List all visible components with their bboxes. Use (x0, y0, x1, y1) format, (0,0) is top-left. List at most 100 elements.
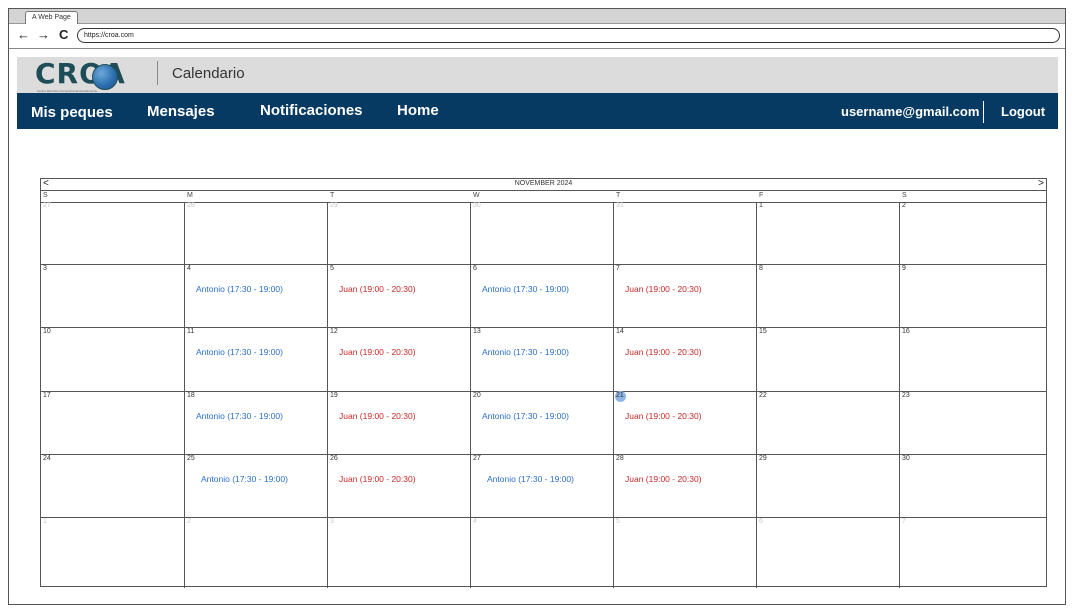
calendar-day-cell[interactable]: 7 (614, 265, 757, 328)
calendar-day-cell[interactable]: 31 (614, 202, 757, 265)
back-icon[interactable]: ← (17, 28, 30, 42)
calendar-day-cell[interactable]: 7 (900, 518, 1046, 588)
calendar-event[interactable]: Juan (19:00 - 20:30) (339, 411, 416, 421)
calendar-day-cell[interactable]: 14 (614, 328, 757, 392)
day-number: 12 (330, 328, 338, 335)
day-number: 4 (473, 518, 477, 525)
day-number: 8 (759, 265, 763, 272)
weekday-label: M (187, 192, 193, 199)
forward-icon[interactable]: → (37, 28, 50, 42)
calendar-day-cell[interactable]: 26 (328, 455, 471, 518)
nav-item-mis-peques[interactable]: Mis peques (31, 104, 113, 121)
calendar-day-cell[interactable]: 2 (185, 518, 328, 588)
day-number: 29 (330, 202, 338, 209)
next-month-button[interactable]: > (1038, 178, 1044, 190)
calendar-day-cell[interactable]: 3 (328, 518, 471, 588)
day-number: 14 (616, 328, 624, 335)
nav-item-mensajes[interactable]: Mensajes (147, 103, 215, 120)
calendar-event[interactable]: Juan (19:00 - 20:30) (625, 411, 702, 421)
calendar-day-cell[interactable]: 13 (471, 328, 614, 392)
weekday-label: S (43, 192, 48, 199)
calendar-day-cell[interactable]: 17 (41, 392, 185, 455)
calendar-event[interactable]: Antonio (17:30 - 19:00) (482, 284, 569, 294)
nav-item-home[interactable]: Home (397, 102, 439, 119)
calendar-day-cell[interactable]: 22 (757, 392, 900, 455)
day-number: 2 (187, 518, 191, 525)
calendar-day-cell[interactable]: 5 (328, 265, 471, 328)
calendar-event[interactable]: Antonio (17:30 - 19:00) (487, 474, 574, 484)
calendar-day-cell[interactable]: 28 (614, 455, 757, 518)
browser-tab[interactable]: A Web Page (25, 11, 78, 24)
url-input[interactable]: https://croa.com (77, 28, 1060, 43)
calendar-day-cell[interactable]: 5 (614, 518, 757, 588)
day-number: 1 (43, 518, 47, 525)
calendar-day-cell[interactable]: 10 (41, 328, 185, 392)
day-number: 6 (759, 518, 763, 525)
calendar-day-cell[interactable]: 2 (900, 202, 1046, 265)
calendar-day-cell[interactable]: 28 (185, 202, 328, 265)
calendar-event[interactable]: Antonio (17:30 - 19:00) (196, 284, 283, 294)
calendar-day-cell[interactable]: 25 (185, 455, 328, 518)
day-number: 18 (187, 392, 195, 399)
calendar-day-cell[interactable]: 29 (328, 202, 471, 265)
calendar-event[interactable]: Juan (19:00 - 20:30) (625, 347, 702, 357)
day-number: 17 (43, 392, 51, 399)
day-number: 6 (473, 265, 477, 272)
day-number: 29 (759, 455, 767, 462)
user-email: username@gmail.com (841, 104, 980, 119)
calendar-day-cell[interactable]: 15 (757, 328, 900, 392)
calendar-event[interactable]: Antonio (17:30 - 19:00) (482, 347, 569, 357)
day-number: 23 (902, 392, 910, 399)
day-number: 3 (43, 265, 47, 272)
calendar-day-cell[interactable]: 29 (757, 455, 900, 518)
calendar-event[interactable]: Antonio (17:30 - 19:00) (196, 411, 283, 421)
calendar-day-cell[interactable]: 30 (900, 455, 1046, 518)
day-number: 19 (330, 392, 338, 399)
calendar-day-cell[interactable]: 4 (471, 518, 614, 588)
calendar-day-cell[interactable]: 8 (757, 265, 900, 328)
logout-button[interactable]: Logout (1001, 104, 1045, 119)
calendar-day-cell[interactable]: 18 (185, 392, 328, 455)
calendar-day-cell[interactable]: 6 (757, 518, 900, 588)
calendar-day-cell[interactable]: 1 (41, 518, 185, 588)
day-number: 20 (473, 392, 481, 399)
calendar-day-cell[interactable]: 30 (471, 202, 614, 265)
calendar-day-cell[interactable]: 21 (614, 391, 757, 455)
calendar-event[interactable]: Juan (19:00 - 20:30) (625, 474, 702, 484)
calendar-day-cell[interactable]: 1 (757, 202, 900, 265)
nav-item-notificaciones[interactable]: Notificaciones (260, 102, 363, 119)
calendar-day-cell[interactable]: 3 (41, 265, 185, 328)
croa-logo[interactable]: CROA Centro Ricerche Occupazionali Accad… (35, 58, 147, 94)
weekday-label: T (616, 192, 621, 199)
calendar-day-cell[interactable]: 16 (900, 328, 1046, 392)
day-number: 16 (902, 328, 910, 335)
calendar-grid: 27 28 29 30 31 1 2 3 4 5 6 7 8 9 10 11 12 13 14 15 16 17 18 19 2… (41, 202, 1046, 588)
calendar-event[interactable]: Juan (19:00 - 20:30) (339, 474, 416, 484)
calendar-event[interactable]: Juan (19:00 - 20:30) (339, 284, 416, 294)
calendar-event[interactable]: Juan (19:00 - 20:30) (625, 284, 702, 294)
day-number: 4 (187, 265, 191, 272)
day-number: 7 (902, 518, 906, 525)
calendar-day-cell[interactable]: 9 (900, 265, 1046, 328)
calendar-event[interactable]: Antonio (17:30 - 19:00) (196, 347, 283, 357)
calendar-day-cell[interactable]: 27 (41, 202, 185, 265)
day-number: 28 (187, 202, 195, 209)
calendar-event[interactable]: Juan (19:00 - 20:30) (339, 347, 416, 357)
day-number: 27 (473, 455, 481, 462)
calendar-day-cell[interactable]: 11 (185, 328, 328, 392)
calendar-day-cell[interactable]: 27 (471, 455, 614, 518)
calendar-day-cell[interactable]: 20 (471, 392, 614, 455)
calendar-day-cell[interactable]: 12 (328, 328, 471, 392)
calendar-event[interactable]: Antonio (17:30 - 19:00) (201, 474, 288, 484)
weekday-label: F (759, 192, 764, 199)
calendar-day-cell[interactable]: 6 (471, 265, 614, 328)
reload-icon[interactable]: C (59, 28, 68, 42)
calendar-event[interactable]: Antonio (17:30 - 19:00) (482, 411, 569, 421)
weekday-label: S (902, 192, 907, 199)
calendar-day-cell[interactable]: 24 (41, 455, 185, 518)
browser-window: A Web Page ← → C https://croa.com CROA C… (8, 8, 1066, 605)
day-number: 7 (616, 265, 620, 272)
calendar-day-cell[interactable]: 4 (185, 265, 328, 328)
calendar-day-cell[interactable]: 23 (900, 392, 1046, 455)
calendar-day-cell[interactable]: 19 (328, 392, 471, 455)
